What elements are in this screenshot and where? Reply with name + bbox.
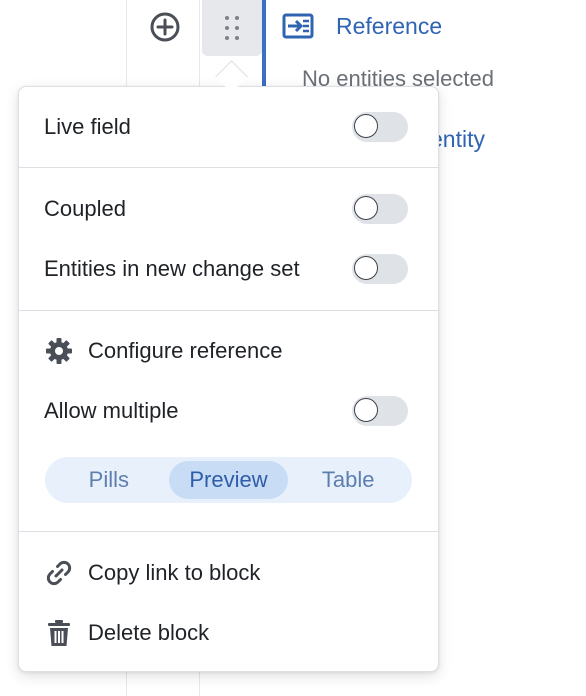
block-accent-bar: [262, 0, 266, 100]
configure-reference-label: Configure reference: [88, 338, 283, 363]
trash-icon: [44, 618, 74, 648]
new-change-set-label: Entities in new change set: [44, 256, 300, 281]
display-mode-preview[interactable]: Preview: [168, 461, 289, 499]
block-options-menu: Live field Coupled Entities in new chang…: [18, 86, 439, 672]
gear-icon: [44, 336, 74, 366]
drag-dots-icon: [225, 16, 239, 40]
coupled-label: Coupled: [44, 196, 126, 221]
coupled-toggle[interactable]: [352, 194, 408, 224]
new-change-set-row[interactable]: Entities in new change set: [44, 249, 408, 289]
display-mode-pills[interactable]: Pills: [49, 461, 169, 499]
menu-divider: [19, 531, 438, 532]
link-icon: [44, 558, 74, 588]
configure-reference-item[interactable]: Configure reference: [44, 331, 408, 371]
coupled-row[interactable]: Coupled: [44, 189, 408, 229]
reference-block-title: Reference: [336, 12, 443, 39]
drag-handle-button[interactable]: [202, 0, 262, 56]
new-change-set-toggle[interactable]: [352, 254, 408, 284]
live-field-row[interactable]: Live field: [44, 107, 408, 147]
plus-circle-icon: [150, 12, 180, 42]
menu-divider: [19, 310, 438, 311]
add-block-button[interactable]: [148, 10, 182, 44]
reference-block-header: Reference: [282, 12, 442, 40]
display-mode-segmented-control: Pills Preview Table: [45, 457, 412, 503]
reference-icon: [282, 13, 314, 39]
allow-multiple-label: Allow multiple: [44, 398, 179, 423]
allow-multiple-toggle[interactable]: [352, 396, 408, 426]
copy-link-item[interactable]: Copy link to block: [44, 553, 408, 593]
delete-block-label: Delete block: [88, 620, 210, 645]
live-field-label: Live field: [44, 114, 131, 139]
live-field-toggle[interactable]: [352, 112, 408, 142]
copy-link-label: Copy link to block: [88, 560, 261, 585]
display-mode-table[interactable]: Table: [288, 461, 408, 499]
menu-divider: [19, 167, 438, 168]
allow-multiple-row[interactable]: Allow multiple: [44, 391, 408, 431]
delete-block-item[interactable]: Delete block: [44, 613, 408, 653]
